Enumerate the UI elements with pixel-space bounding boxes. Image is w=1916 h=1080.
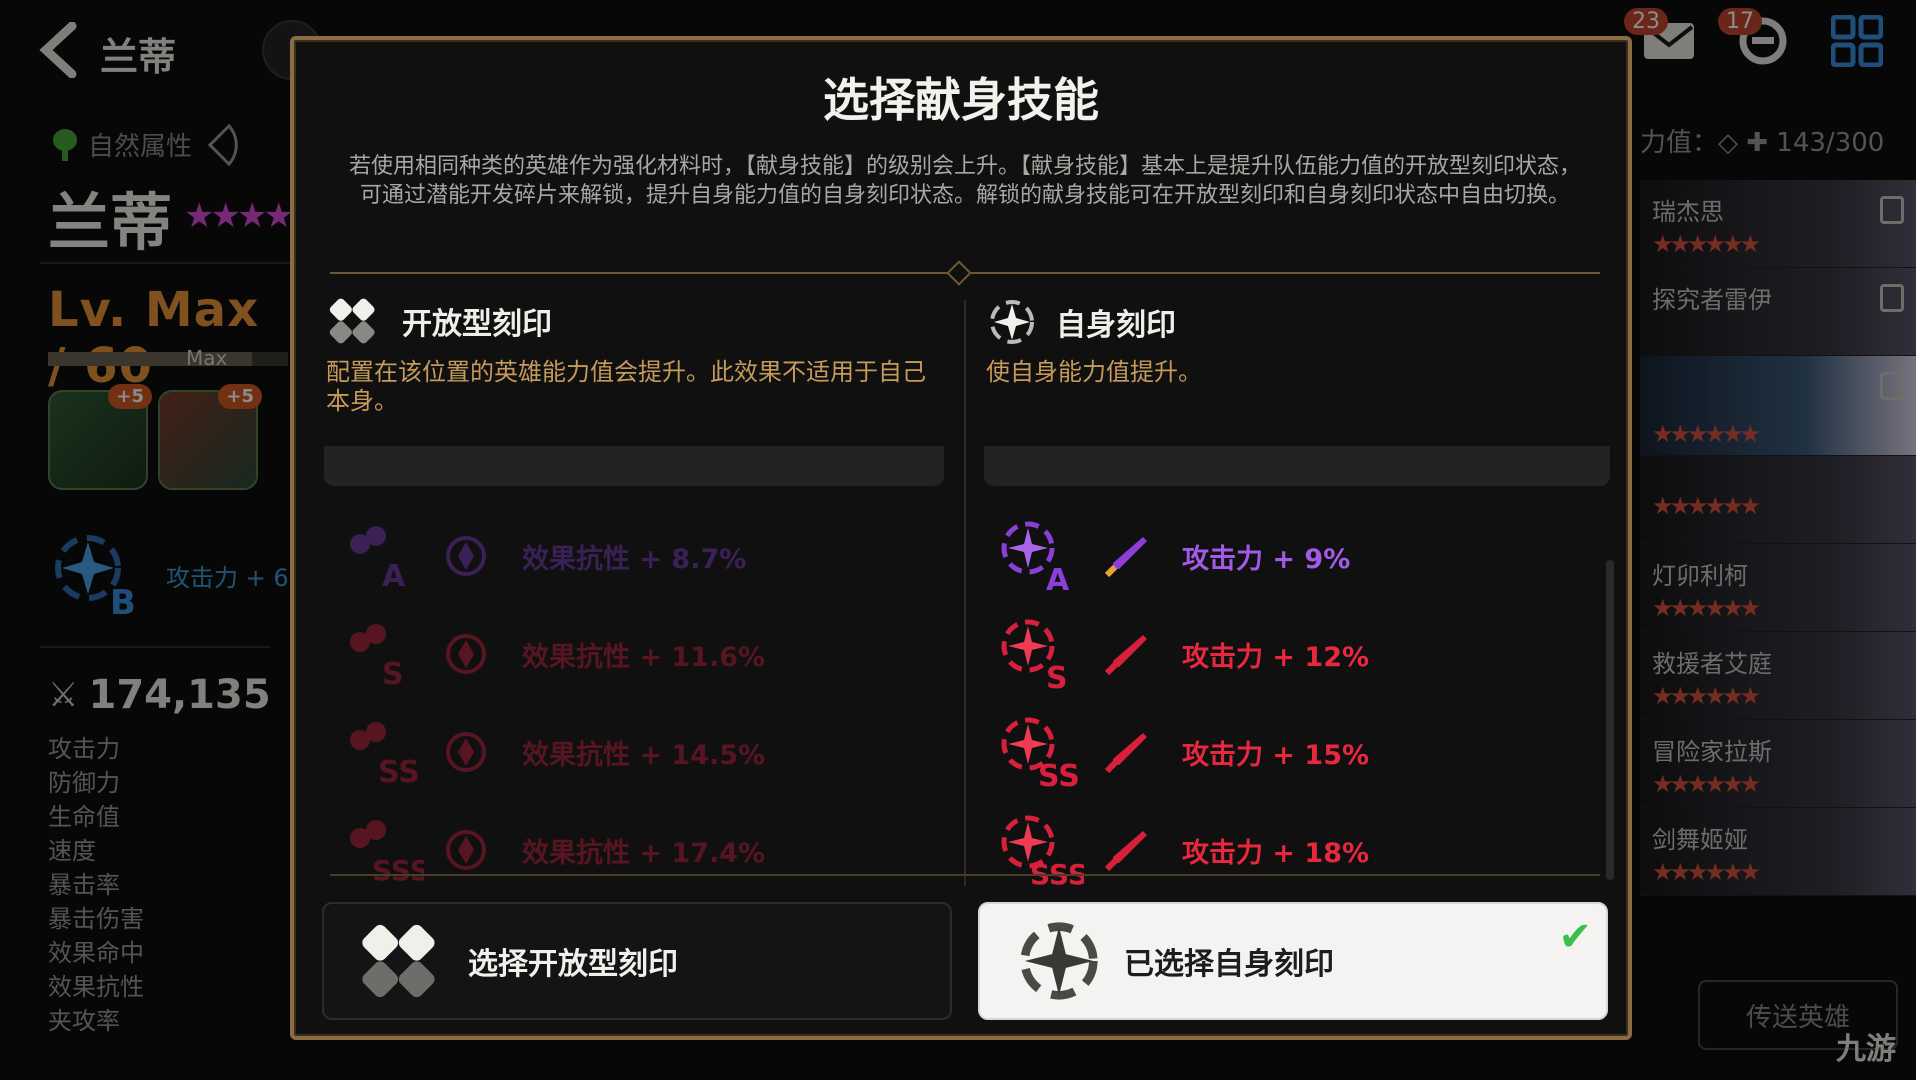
devotion-skill-modal: 选择献身技能 若使用相同种类的英雄作为强化材料时，【献身技能】的级别会上升。【献… — [290, 36, 1632, 1040]
grade-a-imprint-icon: A — [334, 516, 424, 596]
attack-sword-icon — [1096, 526, 1156, 586]
imprint-value: 效果抗性 + 8.7% — [522, 543, 747, 575]
imprint-row: SS 攻击力 + 15% — [994, 712, 1594, 794]
open-imprint-icon — [329, 298, 375, 344]
grade-label: S — [1046, 661, 1068, 694]
imprint-row: S 效果抗性 + 11.6% — [334, 614, 934, 694]
imprint-value: 效果抗性 + 17.4% — [522, 837, 766, 869]
imprint-row: S 攻击力 + 12% — [994, 614, 1594, 696]
imprint-value: 攻击力 + 12% — [1182, 641, 1370, 673]
effect-resist-icon — [436, 526, 496, 586]
imprint-row: SSS 效果抗性 + 17.4% — [334, 810, 934, 890]
grade-sss-imprint-icon: SSS — [334, 810, 430, 890]
grade-label: SS — [1038, 759, 1080, 792]
imprint-value: 攻击力 + 9% — [1182, 543, 1351, 575]
select-self-imprint-label: 已选择自身刻印 — [1124, 947, 1334, 982]
imprint-value: 攻击力 + 15% — [1182, 739, 1370, 771]
grade-sss-imprint-icon: SSS — [994, 810, 1088, 891]
grade-label: SSS — [372, 854, 424, 887]
effect-resist-icon — [436, 820, 496, 880]
bottom-divider — [330, 874, 1600, 876]
modal-description: 若使用相同种类的英雄作为强化材料时，【献身技能】的级别会上升。【献身技能】基本上… — [348, 154, 1581, 208]
imprint-value: 攻击力 + 18% — [1182, 837, 1370, 869]
imprint-row: SS 效果抗性 + 14.5% — [334, 712, 934, 792]
select-self-imprint-button[interactable]: 已选择自身刻印 ✔ — [978, 902, 1608, 1020]
attack-sword-icon — [1096, 624, 1156, 684]
grade-ss-imprint-icon: SS — [334, 712, 424, 792]
grade-label: S — [382, 657, 404, 692]
self-imprint-column: 自身刻印 使自身能力值提升。 A 攻击力 + 9% S 攻击力 + 12% SS… — [984, 290, 1620, 891]
grade-label: A — [1046, 563, 1070, 596]
self-imprint-icon — [1004, 911, 1114, 1011]
game-screen: 兰蒂 23 17 自然属性 兰蒂 ★★★★ Lv. Max / 60 Max +… — [0, 0, 1916, 1080]
grade-s-imprint-icon: S — [334, 614, 424, 694]
select-open-imprint-label: 选择开放型刻印 — [468, 947, 678, 982]
open-imprint-header: 开放型刻印 — [324, 294, 552, 348]
grade-a-imprint-icon: A — [994, 516, 1084, 598]
list-fade-top — [324, 446, 944, 486]
imprint-value: 效果抗性 + 14.5% — [522, 739, 766, 771]
attack-sword-icon — [1096, 820, 1156, 880]
grade-label: A — [382, 559, 406, 594]
imprint-row: SSS 攻击力 + 18% — [994, 810, 1594, 891]
column-separator — [964, 300, 966, 886]
self-imprint-label: 自身刻印 — [1056, 308, 1176, 343]
open-imprint-label: 开放型刻印 — [402, 307, 552, 342]
self-imprint-header: 自身刻印 — [984, 294, 1176, 350]
self-imprint-description: 使自身能力值提升。 — [986, 358, 1202, 386]
open-imprint-description: 配置在该位置的英雄能力值会提升。此效果不适用于自己本身。 — [326, 358, 926, 415]
modal-title: 选择献身技能 — [823, 73, 1099, 127]
list-fade-top — [984, 446, 1610, 486]
open-imprint-icon — [348, 911, 458, 1011]
imprint-row: A 攻击力 + 9% — [994, 516, 1594, 598]
checkmark-icon: ✔ — [1558, 914, 1592, 960]
grade-s-imprint-icon: S — [994, 614, 1084, 696]
grade-ss-imprint-icon: SS — [994, 712, 1084, 794]
imprint-row: A 效果抗性 + 8.7% — [334, 516, 934, 596]
select-open-imprint-button[interactable]: 选择开放型刻印 — [322, 902, 952, 1020]
effect-resist-icon — [436, 624, 496, 684]
effect-resist-icon — [436, 722, 496, 782]
scrollbar[interactable] — [1606, 560, 1614, 880]
self-imprint-icon — [990, 300, 1034, 344]
grade-label: SS — [378, 755, 420, 790]
attack-sword-icon — [1096, 722, 1156, 782]
imprint-value: 效果抗性 + 11.6% — [522, 641, 766, 673]
divider-ornament — [946, 260, 972, 286]
open-imprint-column: 开放型刻印 配置在该位置的英雄能力值会提升。此效果不适用于自己本身。 A 效果抗… — [324, 290, 960, 890]
